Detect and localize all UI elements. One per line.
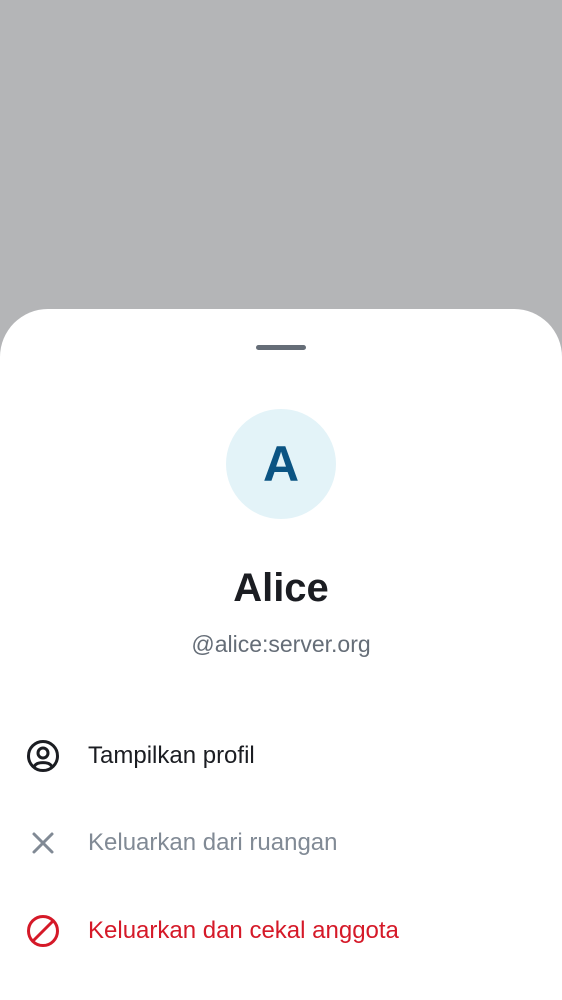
drag-handle[interactable] bbox=[256, 345, 306, 350]
user-profile-icon bbox=[25, 738, 61, 774]
member-user-id: @alice:server.org bbox=[191, 631, 371, 657]
remove-from-room-label: Keluarkan dari ruangan bbox=[88, 829, 338, 856]
ban-icon bbox=[25, 913, 61, 949]
remove-and-ban-label: Keluarkan dan cekal anggota bbox=[88, 917, 399, 944]
view-profile-button[interactable]: Tampilkan profil bbox=[0, 716, 562, 796]
remove-from-room-button[interactable]: Keluarkan dari ruangan bbox=[0, 803, 562, 883]
view-profile-label: Tampilkan profil bbox=[88, 742, 255, 769]
remove-and-ban-button[interactable]: Keluarkan dan cekal anggota bbox=[0, 891, 562, 971]
avatar-initial: A bbox=[262, 436, 300, 492]
member-bottom-sheet: A Alice @alice:server.org Tampilkan prof… bbox=[0, 309, 562, 1000]
avatar: A bbox=[226, 409, 336, 519]
close-icon bbox=[25, 825, 61, 861]
member-display-name: Alice bbox=[233, 566, 329, 610]
